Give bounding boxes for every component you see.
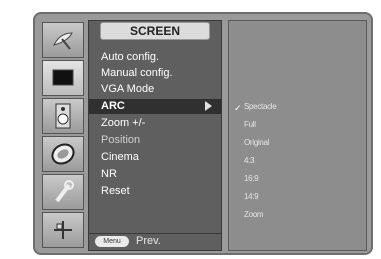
option-original[interactable]: Original	[244, 136, 269, 150]
tab-time[interactable]	[42, 136, 84, 172]
option-4-3[interactable]: 4:3	[244, 154, 255, 168]
tab-special[interactable]	[42, 174, 84, 210]
option-zoom[interactable]: Zoom	[244, 208, 264, 222]
option-16-9[interactable]: 16:9	[244, 172, 259, 186]
menu-item-arc[interactable]: ARC	[101, 98, 125, 114]
menu-item-reset[interactable]: Reset	[101, 183, 130, 199]
menu-item-vga-mode[interactable]: VGA Mode	[101, 81, 154, 97]
menu-key-badge[interactable]: Menu	[95, 236, 129, 247]
option-14-9[interactable]: 14:9	[244, 190, 259, 204]
speaker-icon	[55, 103, 71, 129]
wrench-icon	[55, 180, 74, 203]
prev-label: Prev.	[136, 235, 161, 247]
option-full[interactable]: Full	[244, 118, 256, 132]
menu-title: SCREEN	[100, 22, 210, 40]
monitor-icon	[52, 69, 74, 86]
menu-item-nr[interactable]: NR	[101, 166, 117, 182]
menu-icon-column	[42, 20, 84, 250]
menu-item-position[interactable]: Position	[101, 132, 140, 148]
tab-pip[interactable]	[42, 212, 84, 248]
tab-sound[interactable]	[42, 98, 84, 134]
tab-station[interactable]	[42, 22, 84, 58]
menu-item-auto-config[interactable]: Auto config.	[101, 49, 159, 65]
menu-item-manual-config[interactable]: Manual config.	[101, 65, 173, 81]
option-spectacle[interactable]: Spectacle	[244, 100, 277, 114]
check-icon: ✓	[234, 103, 242, 113]
tab-screen[interactable]	[42, 60, 84, 96]
clock-icon	[51, 143, 75, 165]
pip-icon	[54, 221, 72, 239]
menu-item-zoom[interactable]: Zoom +/-	[101, 115, 145, 131]
submenu-arrow-icon	[205, 101, 212, 111]
satellite-dish-icon	[53, 32, 73, 50]
menu-item-cinema[interactable]: Cinema	[101, 149, 139, 165]
